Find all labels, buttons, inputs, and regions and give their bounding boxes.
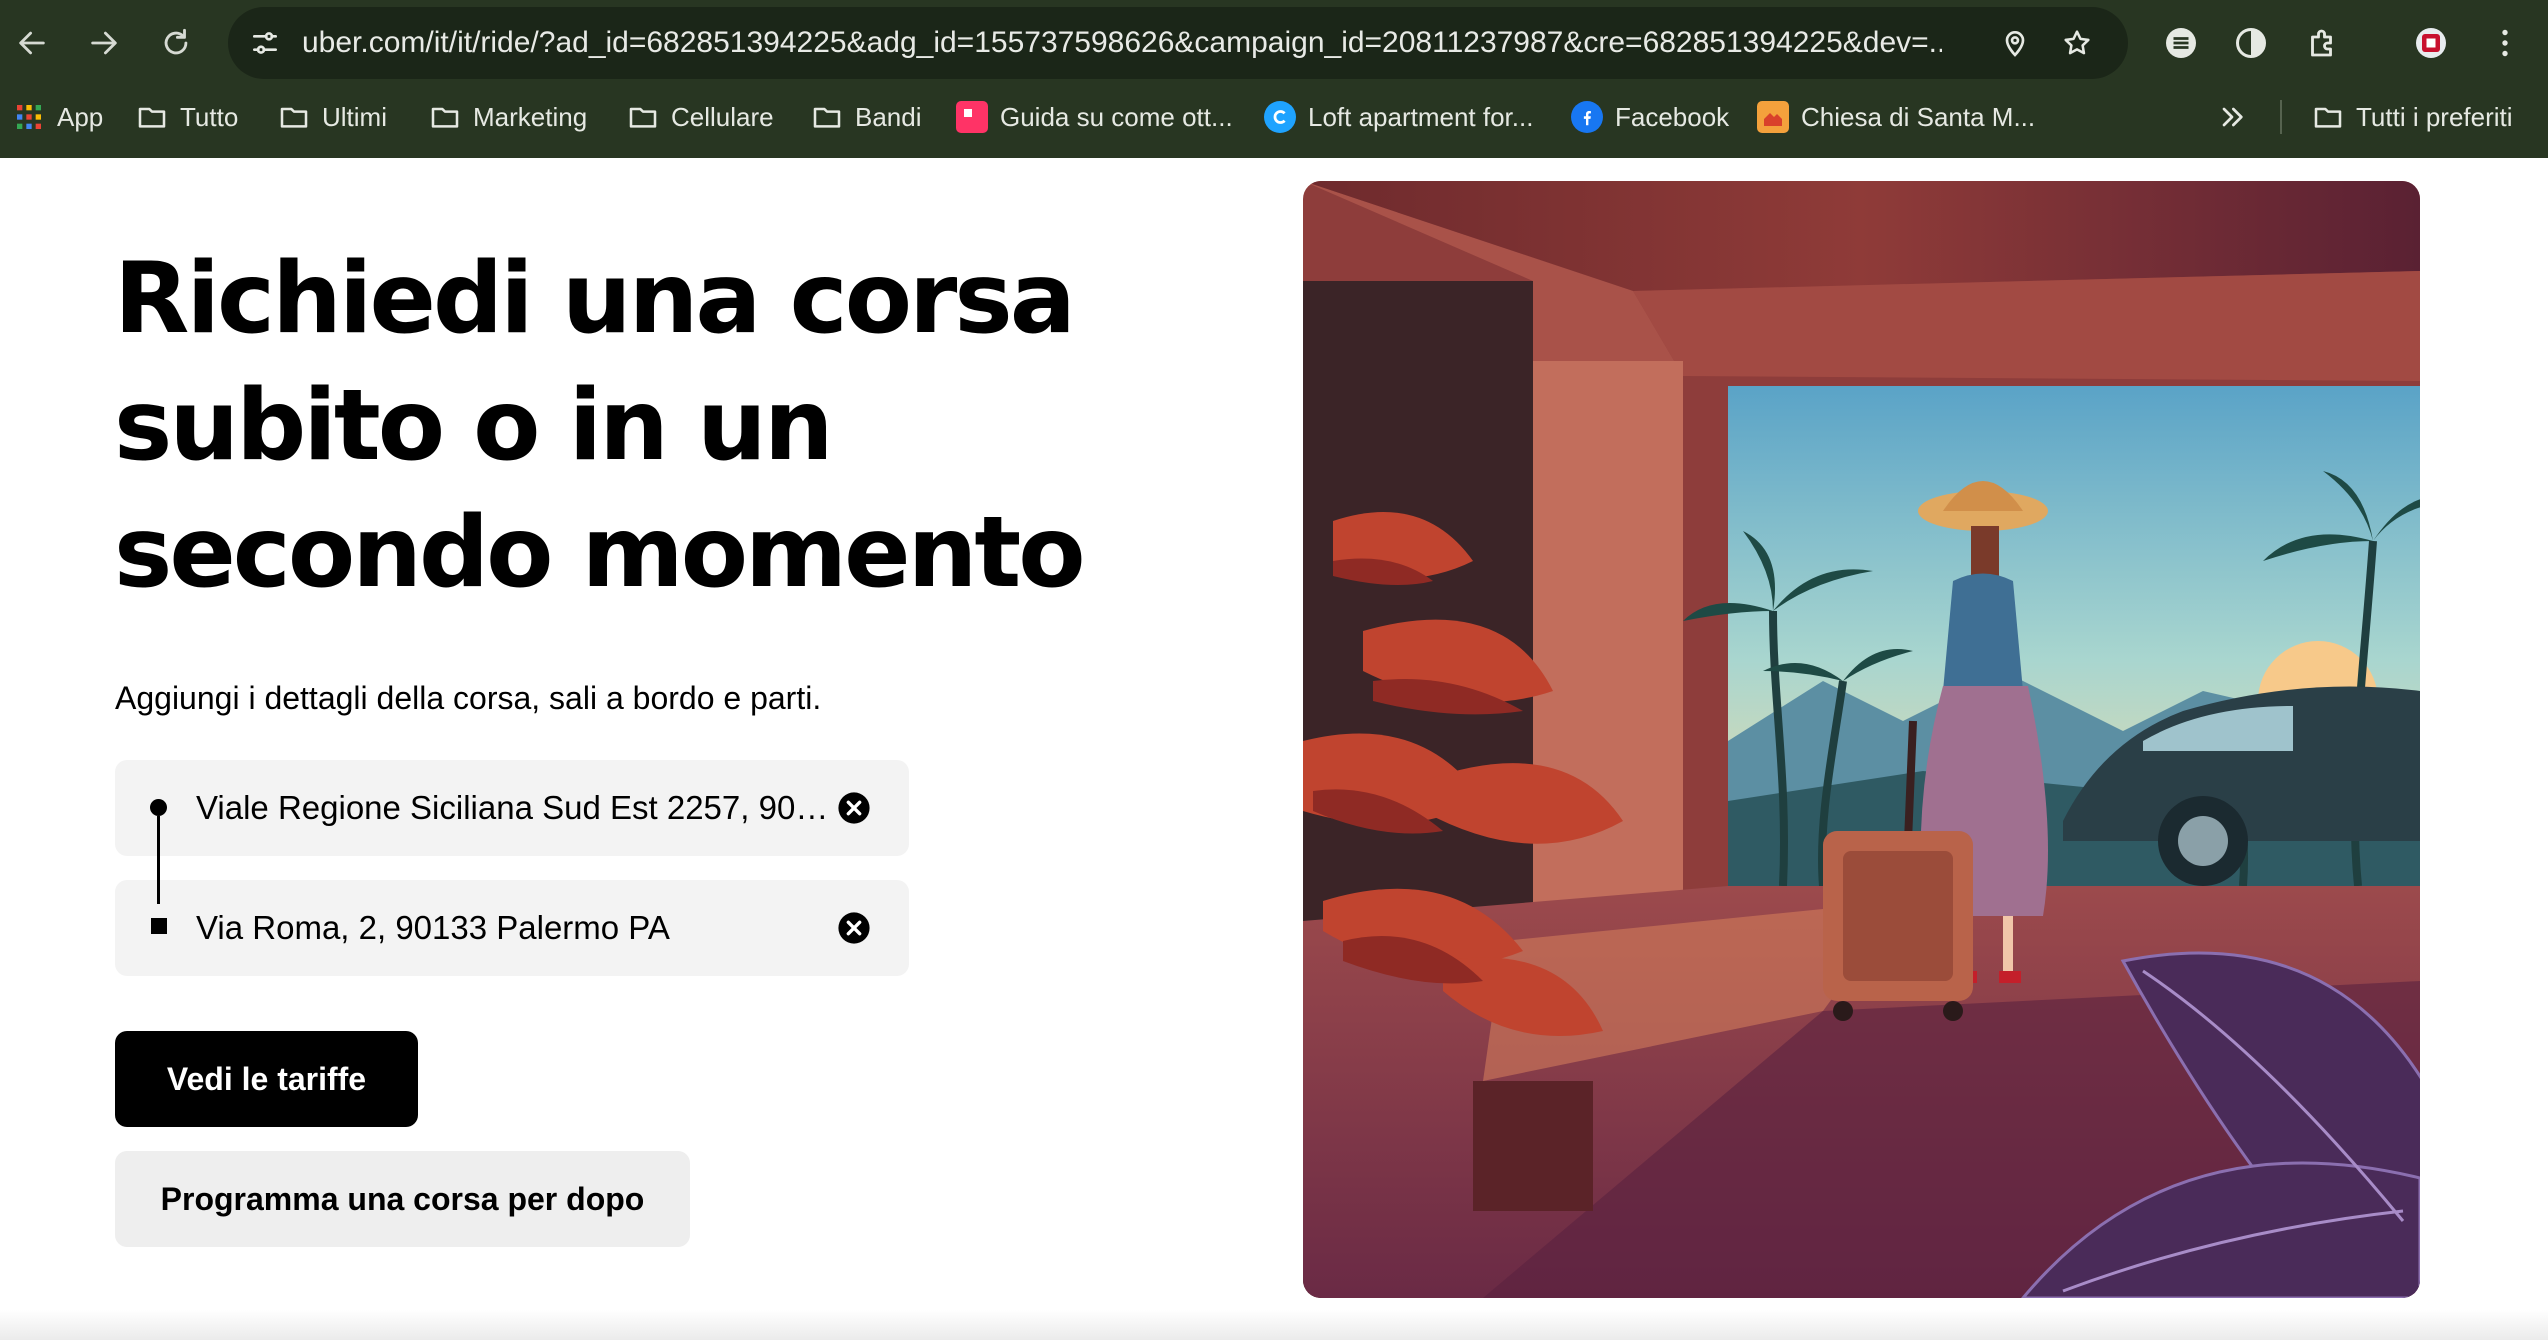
bookmark-favicon-icon bbox=[956, 101, 988, 133]
bookmark-label: Loft apartment for... bbox=[1308, 101, 1534, 132]
page-title-line: subito o in un bbox=[114, 369, 834, 483]
site-settings-button[interactable] bbox=[242, 20, 288, 66]
dropoff-location-input[interactable]: Via Roma, 2, 90133 Palermo PA bbox=[115, 880, 909, 976]
location-button[interactable] bbox=[1992, 20, 2038, 66]
arrow-right-icon bbox=[91, 31, 117, 55]
folder-icon bbox=[2314, 107, 2342, 128]
bookmark-label: Tutti i preferiti bbox=[2356, 101, 2513, 132]
bookmark-chiesa[interactable]: Chiesa di Santa M... bbox=[1757, 92, 2035, 142]
bookmark-guida[interactable]: Guida su come ott... bbox=[956, 92, 1233, 142]
profile-avatar[interactable] bbox=[2404, 16, 2458, 70]
pickup-location-input[interactable]: Viale Regione Siciliana Sud Est 2257, 90… bbox=[115, 760, 909, 856]
bookmark-folder-marketing[interactable]: Marketing bbox=[429, 92, 587, 142]
forward-button[interactable] bbox=[75, 14, 133, 72]
address-bar[interactable]: uber.com/it/it/ride/?ad_id=682851394225&… bbox=[228, 7, 2128, 79]
folder-icon bbox=[431, 107, 459, 128]
reload-icon bbox=[164, 28, 188, 55]
bookmark-loft[interactable]: Loft apartment for... bbox=[1264, 92, 1533, 142]
bookmark-folder-tutto[interactable]: Tutto bbox=[136, 92, 238, 142]
contrast-icon bbox=[2236, 28, 2266, 58]
menu-circle-icon bbox=[2166, 28, 2196, 58]
apps-grid-icon bbox=[17, 105, 41, 129]
puzzle-icon bbox=[2311, 29, 2332, 57]
bookmark-folder-cellulare[interactable]: Cellulare bbox=[627, 92, 774, 142]
page-title: Richiedi una corsa subito o in un second… bbox=[114, 236, 1114, 617]
extensions-button[interactable] bbox=[2296, 16, 2350, 70]
dropoff-location-value[interactable]: Via Roma, 2, 90133 Palermo PA bbox=[196, 880, 836, 976]
browser-menu-button[interactable] bbox=[2478, 16, 2532, 70]
bookmark-apps[interactable]: App bbox=[13, 92, 103, 142]
bookmark-label: Marketing bbox=[473, 101, 588, 132]
clear-dropoff-icon[interactable] bbox=[837, 911, 871, 945]
bookmark-favicon-icon bbox=[1757, 101, 1789, 133]
schedule-ride-button[interactable]: Programma una corsa per dopo bbox=[115, 1151, 690, 1247]
bookmark-label: Tutto bbox=[180, 101, 239, 132]
more-vertical-icon bbox=[2502, 29, 2508, 57]
bookmark-label: App bbox=[57, 101, 104, 132]
page-title-line: secondo momento bbox=[114, 496, 1086, 610]
bookmarks-bar: App Tutto Ultimi Marketing Cellulare Ban… bbox=[0, 92, 2548, 142]
hero-illustration bbox=[1303, 181, 2420, 1298]
facebook-icon bbox=[1571, 101, 1603, 133]
folder-icon bbox=[138, 107, 166, 128]
bookmark-facebook[interactable]: Facebook bbox=[1571, 92, 1729, 142]
dark-mode-button[interactable] bbox=[2224, 16, 2278, 70]
back-button[interactable] bbox=[3, 14, 61, 72]
bookmark-label: Bandi bbox=[855, 101, 922, 132]
folder-icon bbox=[629, 107, 657, 128]
reload-button[interactable] bbox=[147, 14, 205, 72]
all-bookmarks-folder[interactable]: Tutti i preferiti bbox=[2312, 92, 2513, 142]
clear-pickup-icon[interactable] bbox=[837, 791, 871, 825]
page-title-line: Richiedi una corsa bbox=[114, 242, 1076, 356]
chevron-double-right-icon bbox=[2222, 107, 2243, 127]
pickup-dot-icon bbox=[150, 799, 167, 816]
reading-list-button[interactable] bbox=[2154, 16, 2208, 70]
folder-icon bbox=[280, 107, 308, 128]
avatar-icon bbox=[2416, 28, 2446, 58]
bookmark-folder-ultimi[interactable]: Ultimi bbox=[278, 92, 387, 142]
page-subtitle: Aggiungi i dettagli della corsa, sali a … bbox=[115, 680, 822, 716]
star-icon bbox=[2064, 30, 2090, 55]
bookmark-folder-bandi[interactable]: Bandi bbox=[811, 92, 922, 142]
bookmark-favicon-icon bbox=[1264, 101, 1296, 133]
traveler-with-car-illustration bbox=[1303, 181, 2420, 1298]
bookmarks-divider bbox=[2280, 100, 2282, 134]
see-prices-button[interactable]: Vedi le tariffe bbox=[115, 1031, 418, 1127]
bookmarks-overflow-button[interactable] bbox=[2216, 92, 2248, 142]
bookmark-label: Facebook bbox=[1615, 101, 1730, 132]
browser-chrome: uber.com/it/it/ride/?ad_id=682851394225&… bbox=[0, 0, 2548, 158]
bookmark-label: Cellulare bbox=[671, 101, 774, 132]
bookmark-label: Guida su come ott... bbox=[1000, 101, 1233, 132]
bookmark-label: Ultimi bbox=[322, 101, 387, 132]
folder-icon bbox=[813, 107, 841, 128]
pickup-location-value[interactable]: Viale Regione Siciliana Sud Est 2257, 90… bbox=[196, 760, 836, 856]
bookmark-star-button[interactable] bbox=[2054, 20, 2100, 66]
page-bottom-edge bbox=[0, 1310, 2548, 1340]
dropoff-square-icon bbox=[151, 918, 167, 934]
tune-icon bbox=[253, 32, 277, 54]
arrow-left-icon bbox=[19, 31, 45, 55]
bookmark-label: Chiesa di Santa M... bbox=[1801, 101, 2036, 132]
location-pin-icon bbox=[2005, 31, 2025, 57]
url-text[interactable]: uber.com/it/it/ride/?ad_id=682851394225&… bbox=[302, 7, 1942, 79]
route-connector-line bbox=[157, 816, 160, 904]
